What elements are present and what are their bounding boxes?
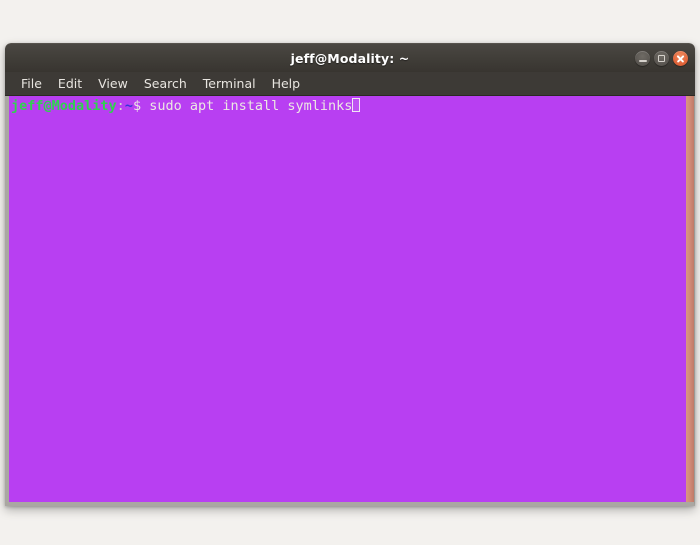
terminal-cursor	[352, 98, 361, 112]
minimize-button-icon[interactable]	[635, 51, 650, 66]
menu-item-terminal[interactable]: Terminal	[196, 75, 263, 93]
menu-item-search[interactable]: Search	[137, 75, 194, 93]
menu-item-file[interactable]: File	[14, 75, 49, 93]
prompt-sigil: $	[132, 98, 142, 114]
terminal-screen[interactable]: jeff@Modality:~$ sudo apt install symlin…	[9, 96, 686, 502]
menu-bar: File Edit View Search Terminal Help	[5, 72, 695, 96]
terminal-body[interactable]: jeff@Modality:~$ sudo apt install symlin…	[5, 96, 695, 506]
desktop-background: jeff@Modality: ~ File Edit View Search T…	[0, 0, 700, 545]
menu-item-help[interactable]: Help	[265, 75, 308, 93]
terminal-scrollbar[interactable]	[686, 96, 694, 502]
prompt-user-host: jeff@Modality	[11, 98, 117, 114]
prompt-separator: :	[116, 98, 125, 114]
terminal-window: jeff@Modality: ~ File Edit View Search T…	[5, 43, 695, 506]
window-controls	[635, 44, 688, 73]
window-title-bar[interactable]: jeff@Modality: ~	[5, 43, 695, 72]
menu-item-view[interactable]: View	[91, 75, 135, 93]
terminal-scrollbar-thumb[interactable]	[686, 96, 694, 502]
terminal-command: sudo apt install symlinks	[141, 98, 353, 114]
prompt-path: ~	[124, 98, 133, 114]
maximize-button-icon[interactable]	[654, 51, 669, 66]
terminal-prompt-line: jeff@Modality:~$ sudo apt install symlin…	[11, 98, 686, 114]
menu-item-edit[interactable]: Edit	[51, 75, 89, 93]
close-button-icon[interactable]	[673, 51, 688, 66]
window-title-text: jeff@Modality: ~	[290, 50, 410, 66]
